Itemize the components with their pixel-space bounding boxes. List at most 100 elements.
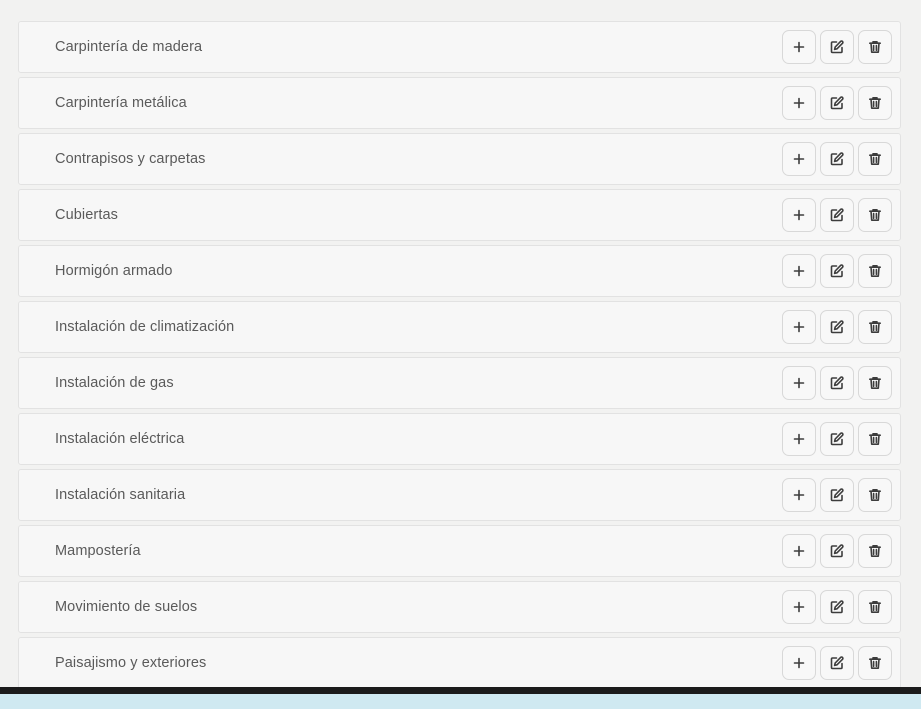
- add-button[interactable]: [782, 254, 816, 288]
- delete-button[interactable]: [858, 590, 892, 624]
- edit-button[interactable]: [820, 366, 854, 400]
- edit-icon: [830, 208, 844, 222]
- plus-icon: [793, 265, 805, 277]
- list-item-label: Instalación eléctrica: [55, 431, 185, 447]
- delete-button[interactable]: [858, 646, 892, 680]
- list-item-label: Carpintería metálica: [55, 95, 187, 111]
- row-actions: [782, 478, 892, 512]
- list-item-label: Carpintería de madera: [55, 39, 203, 55]
- edit-icon: [830, 96, 844, 110]
- plus-icon: [793, 377, 805, 389]
- trash-icon: [869, 657, 881, 669]
- row-actions: [782, 198, 892, 232]
- delete-button[interactable]: [858, 254, 892, 288]
- add-button[interactable]: [782, 86, 816, 120]
- list-item: Cubiertas: [18, 189, 901, 241]
- row-actions: [782, 646, 892, 680]
- list-item: Movimiento de suelos: [18, 581, 901, 633]
- edit-button[interactable]: [820, 86, 854, 120]
- trash-icon: [869, 601, 881, 613]
- edit-icon: [830, 320, 844, 334]
- add-button[interactable]: [782, 30, 816, 64]
- edit-button[interactable]: [820, 142, 854, 176]
- category-list: Carpintería de madera Carpintería metáli…: [18, 21, 901, 693]
- list-item-label: Hormigón armado: [55, 263, 173, 279]
- edit-button[interactable]: [820, 590, 854, 624]
- page: Carpintería de madera Carpintería metáli…: [0, 0, 921, 709]
- list-item: Hormigón armado: [18, 245, 901, 297]
- edit-icon: [830, 488, 844, 502]
- trash-icon: [869, 433, 881, 445]
- list-item: Contrapisos y carpetas: [18, 133, 901, 185]
- list-item-label: Cubiertas: [55, 207, 118, 223]
- add-button[interactable]: [782, 646, 816, 680]
- edit-icon: [830, 376, 844, 390]
- row-actions: [782, 310, 892, 344]
- row-actions: [782, 30, 892, 64]
- trash-icon: [869, 265, 881, 277]
- list-item: Mampostería: [18, 525, 901, 577]
- row-actions: [782, 86, 892, 120]
- list-item: Carpintería metálica: [18, 77, 901, 129]
- bottom-panel: [0, 694, 921, 709]
- delete-button[interactable]: [858, 478, 892, 512]
- edit-button[interactable]: [820, 198, 854, 232]
- plus-icon: [793, 321, 805, 333]
- plus-icon: [793, 601, 805, 613]
- trash-icon: [869, 545, 881, 557]
- add-button[interactable]: [782, 478, 816, 512]
- row-actions: [782, 366, 892, 400]
- row-actions: [782, 142, 892, 176]
- edit-button[interactable]: [820, 534, 854, 568]
- add-button[interactable]: [782, 422, 816, 456]
- row-actions: [782, 422, 892, 456]
- trash-icon: [869, 41, 881, 53]
- delete-button[interactable]: [858, 422, 892, 456]
- add-button[interactable]: [782, 590, 816, 624]
- list-item-label: Movimiento de suelos: [55, 599, 198, 615]
- trash-icon: [869, 209, 881, 221]
- edit-button[interactable]: [820, 310, 854, 344]
- row-actions: [782, 590, 892, 624]
- list-item: Instalación de climatización: [18, 301, 901, 353]
- delete-button[interactable]: [858, 30, 892, 64]
- trash-icon: [869, 489, 881, 501]
- edit-button[interactable]: [820, 478, 854, 512]
- plus-icon: [793, 489, 805, 501]
- list-item-label: Instalación de climatización: [55, 319, 235, 335]
- delete-button[interactable]: [858, 86, 892, 120]
- delete-button[interactable]: [858, 534, 892, 568]
- plus-icon: [793, 153, 805, 165]
- trash-icon: [869, 321, 881, 333]
- edit-icon: [830, 40, 844, 54]
- delete-button[interactable]: [858, 310, 892, 344]
- list-item: Paisajismo y exteriores: [18, 637, 901, 689]
- edit-icon: [830, 152, 844, 166]
- add-button[interactable]: [782, 198, 816, 232]
- add-button[interactable]: [782, 142, 816, 176]
- list-item: Instalación de gas: [18, 357, 901, 409]
- list-item: Instalación eléctrica: [18, 413, 901, 465]
- list-item-label: Mampostería: [55, 543, 141, 559]
- delete-button[interactable]: [858, 198, 892, 232]
- plus-icon: [793, 433, 805, 445]
- trash-icon: [869, 153, 881, 165]
- row-actions: [782, 254, 892, 288]
- edit-button[interactable]: [820, 254, 854, 288]
- add-button[interactable]: [782, 310, 816, 344]
- plus-icon: [793, 657, 805, 669]
- delete-button[interactable]: [858, 366, 892, 400]
- plus-icon: [793, 97, 805, 109]
- plus-icon: [793, 209, 805, 221]
- edit-icon: [830, 656, 844, 670]
- edit-button[interactable]: [820, 30, 854, 64]
- list-item-label: Paisajismo y exteriores: [55, 655, 207, 671]
- trash-icon: [869, 97, 881, 109]
- add-button[interactable]: [782, 366, 816, 400]
- edit-button[interactable]: [820, 646, 854, 680]
- edit-icon: [830, 432, 844, 446]
- add-button[interactable]: [782, 534, 816, 568]
- edit-button[interactable]: [820, 422, 854, 456]
- delete-button[interactable]: [858, 142, 892, 176]
- row-actions: [782, 534, 892, 568]
